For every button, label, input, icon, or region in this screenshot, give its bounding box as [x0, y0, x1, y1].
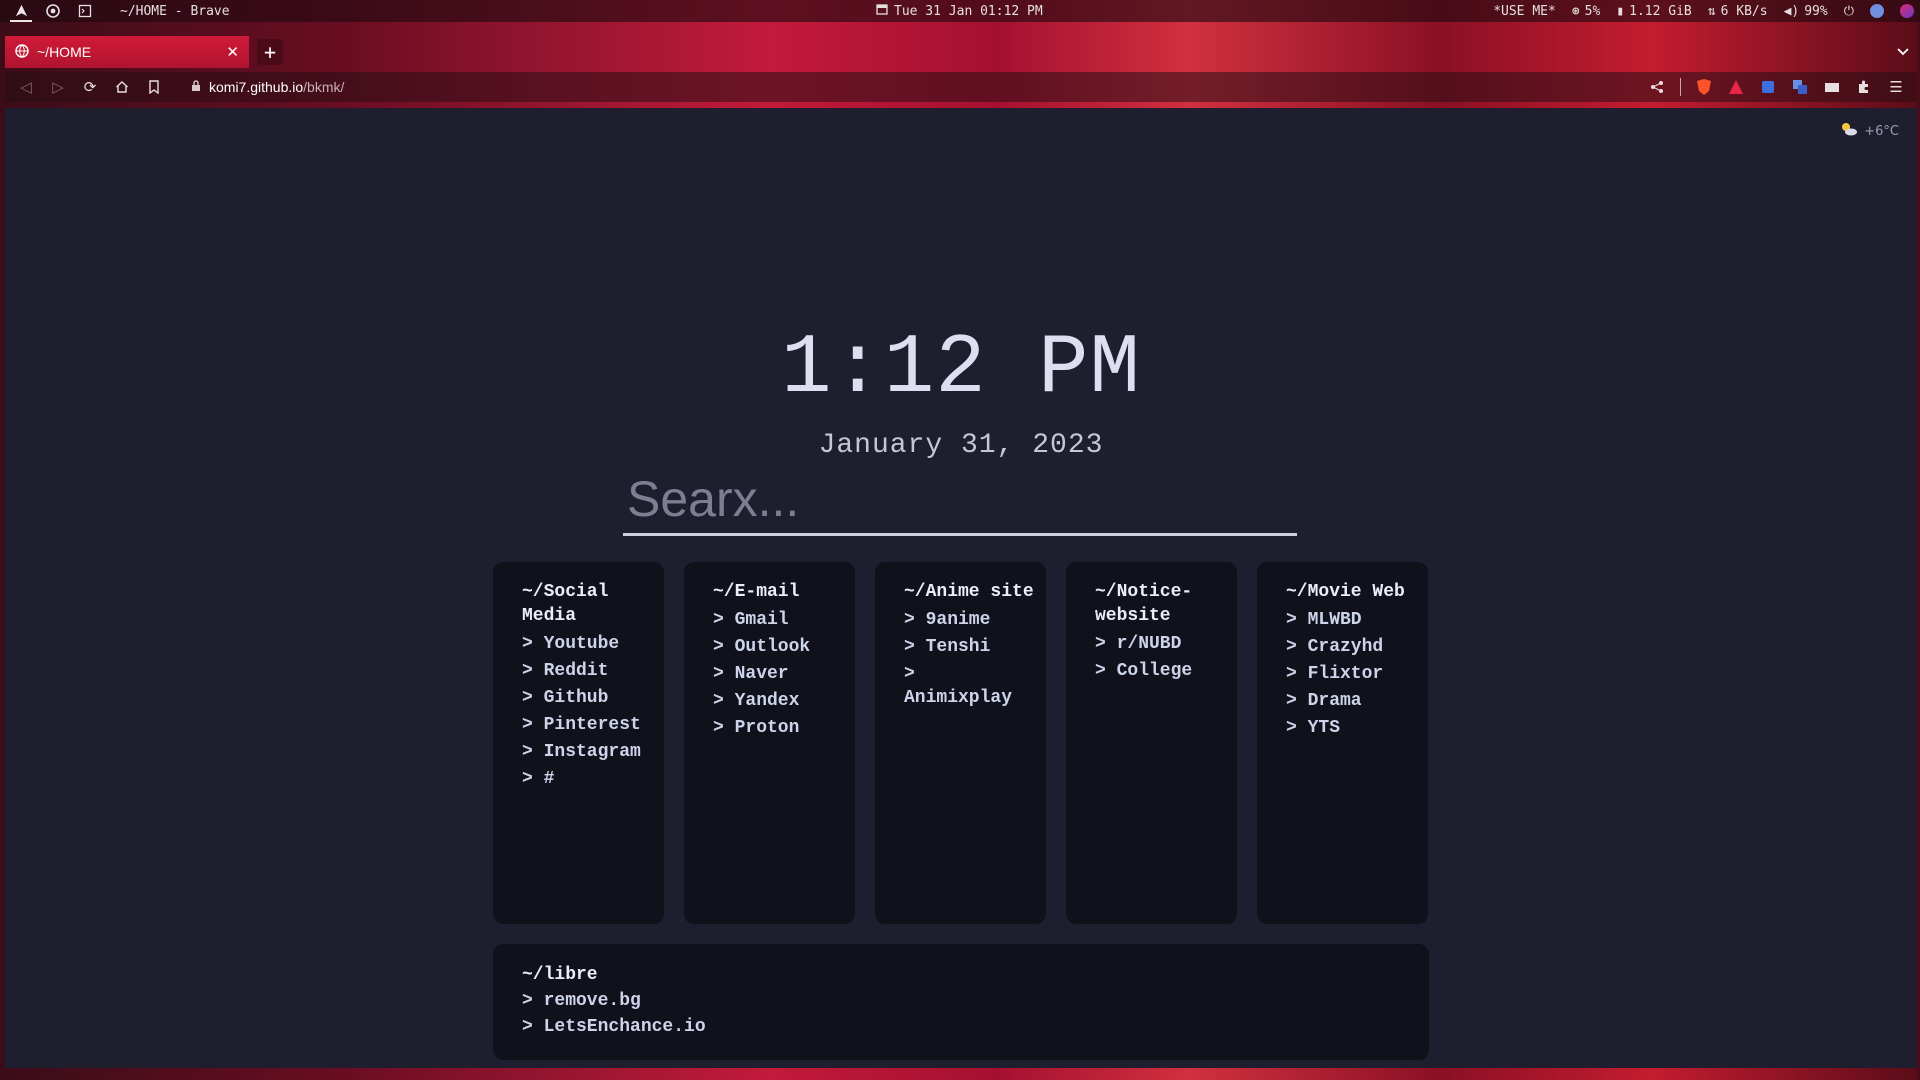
- translate-icon[interactable]: [1791, 78, 1809, 96]
- page-content: +6°C 1:12 PM January 31, 2023 ~/Social M…: [5, 108, 1917, 1068]
- tab-list-chevron-down-icon[interactable]: [1889, 38, 1917, 66]
- address-bar[interactable]: komi7.github.io/bkmk/: [183, 74, 352, 100]
- window-title: ~/HOME - Brave: [120, 3, 230, 19]
- card-libre: ~/libre > remove.bg > LetsEnchance.io: [493, 944, 1429, 1060]
- clock-display: 1:12 PM: [781, 322, 1141, 417]
- link-reddit[interactable]: > Reddit: [522, 659, 642, 683]
- bookmark-button[interactable]: [145, 78, 163, 96]
- cpu-widget: ⊛ 5%: [1572, 4, 1600, 19]
- link-yandex[interactable]: > Yandex: [713, 689, 833, 713]
- link-drama[interactable]: > Drama: [1286, 689, 1406, 713]
- link-yts[interactable]: > YTS: [1286, 716, 1406, 740]
- toolbar-divider: [1680, 78, 1681, 96]
- link-remove-bg[interactable]: > remove.bg: [522, 988, 1400, 1014]
- volume-value: 99%: [1804, 3, 1828, 19]
- link-r-nubd[interactable]: > r/NUBD: [1095, 632, 1215, 656]
- network-widget: ⇅ 6 KB/s: [1708, 4, 1768, 19]
- back-button[interactable]: ◁: [17, 78, 35, 96]
- tray-globe-icon[interactable]: [1870, 4, 1884, 18]
- wallet-icon[interactable]: [1823, 78, 1841, 96]
- hamburger-menu-icon[interactable]: ☰: [1887, 78, 1905, 96]
- bookmark-cards: ~/Social Media > Youtube > Reddit > Gith…: [493, 562, 1428, 924]
- extensions-puzzle-icon[interactable]: [1855, 78, 1873, 96]
- link-instagram[interactable]: > Instagram: [522, 740, 642, 764]
- card-email: ~/E-mail > Gmail > Outlook > Naver > Yan…: [684, 562, 855, 924]
- link-youtube[interactable]: > Youtube: [522, 632, 642, 656]
- link-letsenchance[interactable]: > LetsEnchance.io: [522, 1014, 1400, 1040]
- network-value: 6 KB/s: [1720, 3, 1768, 19]
- brave-rewards-icon[interactable]: [1727, 78, 1745, 96]
- link-naver[interactable]: > Naver: [713, 662, 833, 686]
- tab-home[interactable]: ~/HOME ✕: [5, 36, 249, 68]
- partly-cloudy-icon: [1840, 122, 1858, 140]
- card-social-media: ~/Social Media > Youtube > Reddit > Gith…: [493, 562, 664, 924]
- wallpaper-bottom: [0, 1068, 1920, 1080]
- globe-icon: [15, 43, 29, 61]
- arch-launcher-icon[interactable]: [10, 0, 32, 22]
- date-display: January 31, 2023: [818, 430, 1104, 461]
- cpu-value: 5%: [1584, 3, 1601, 19]
- memory-widget: ▮ 1.12 GiB: [1616, 4, 1691, 19]
- memory-value: 1.12 GiB: [1629, 3, 1692, 19]
- tab-title: ~/HOME: [37, 44, 92, 60]
- card-title: ~/E-mail: [713, 582, 800, 602]
- link-pinterest[interactable]: > Pinterest: [522, 713, 642, 737]
- link-flixtor[interactable]: > Flixtor: [1286, 662, 1406, 686]
- url-path: /bkmk/: [303, 79, 345, 95]
- clock-widget[interactable]: Tue 31 Jan 01:12 PM: [876, 0, 1043, 22]
- card-title: ~/libre: [522, 965, 598, 985]
- tab-bar: ~/HOME ✕ +: [5, 36, 1917, 68]
- link-mlwbd[interactable]: > MLWBD: [1286, 608, 1406, 632]
- use-me-label[interactable]: *USE ME*: [1493, 4, 1556, 19]
- browser-workspace-icon[interactable]: [42, 0, 64, 22]
- volume-icon: ◀): [1783, 3, 1800, 19]
- link-hash[interactable]: > #: [522, 767, 642, 791]
- card-movie-web: ~/Movie Web > MLWBD > Crazyhd > Flixtor …: [1257, 562, 1428, 924]
- card-title: ~/Social Media: [522, 582, 620, 626]
- link-animixplay[interactable]: > Animixplay: [904, 662, 1024, 710]
- home-button[interactable]: [113, 78, 131, 96]
- link-college[interactable]: > College: [1095, 659, 1215, 683]
- close-tab-icon[interactable]: ✕: [226, 43, 239, 61]
- power-icon[interactable]: ⏻: [1844, 4, 1854, 19]
- extension-shield-icon[interactable]: [1759, 78, 1777, 96]
- weather-temperature: +6°C: [1864, 123, 1899, 139]
- calendar-icon: [876, 3, 888, 19]
- link-github[interactable]: > Github: [522, 686, 642, 710]
- link-outlook[interactable]: > Outlook: [713, 635, 833, 659]
- card-anime-site: ~/Anime site > 9anime > Tenshi > Animixp…: [875, 562, 1046, 924]
- forward-button[interactable]: ▷: [49, 78, 67, 96]
- link-tenshi[interactable]: > Tenshi: [904, 635, 1024, 659]
- link-9anime[interactable]: > 9anime: [904, 608, 1024, 632]
- link-gmail[interactable]: > Gmail: [713, 608, 833, 632]
- new-tab-button[interactable]: +: [257, 39, 283, 65]
- cpu-icon: ⊛: [1571, 3, 1580, 19]
- system-bar: ~/HOME - Brave Tue 31 Jan 01:12 PM *USE …: [0, 0, 1920, 22]
- network-icon: ⇅: [1707, 3, 1716, 19]
- card-title: ~/Movie Web: [1286, 582, 1405, 602]
- tray-app-icon[interactable]: [1900, 4, 1914, 18]
- weather-widget: +6°C: [1840, 122, 1899, 140]
- link-crazyhd[interactable]: > Crazyhd: [1286, 635, 1406, 659]
- volume-widget[interactable]: ◀) 99%: [1784, 4, 1828, 19]
- terminal-workspace-icon[interactable]: [74, 0, 96, 22]
- lock-icon: [191, 79, 201, 95]
- reload-button[interactable]: ⟳: [81, 78, 99, 96]
- card-notice-website: ~/Notice-website > r/NUBD > College: [1066, 562, 1237, 924]
- card-title: ~/Anime site: [904, 582, 1034, 602]
- datetime-text: Tue 31 Jan 01:12 PM: [894, 3, 1043, 19]
- link-proton[interactable]: > Proton: [713, 716, 833, 740]
- url-host: komi7.github.io: [209, 79, 304, 95]
- brave-shields-icon[interactable]: [1695, 78, 1713, 96]
- navigation-bar: ◁ ▷ ⟳ komi7.github.io/bkmk/ ☰: [5, 72, 1917, 102]
- search-input[interactable]: [623, 464, 1297, 536]
- card-title: ~/Notice-website: [1095, 582, 1193, 626]
- memory-icon: ▮: [1616, 3, 1625, 19]
- share-icon[interactable]: [1648, 78, 1666, 96]
